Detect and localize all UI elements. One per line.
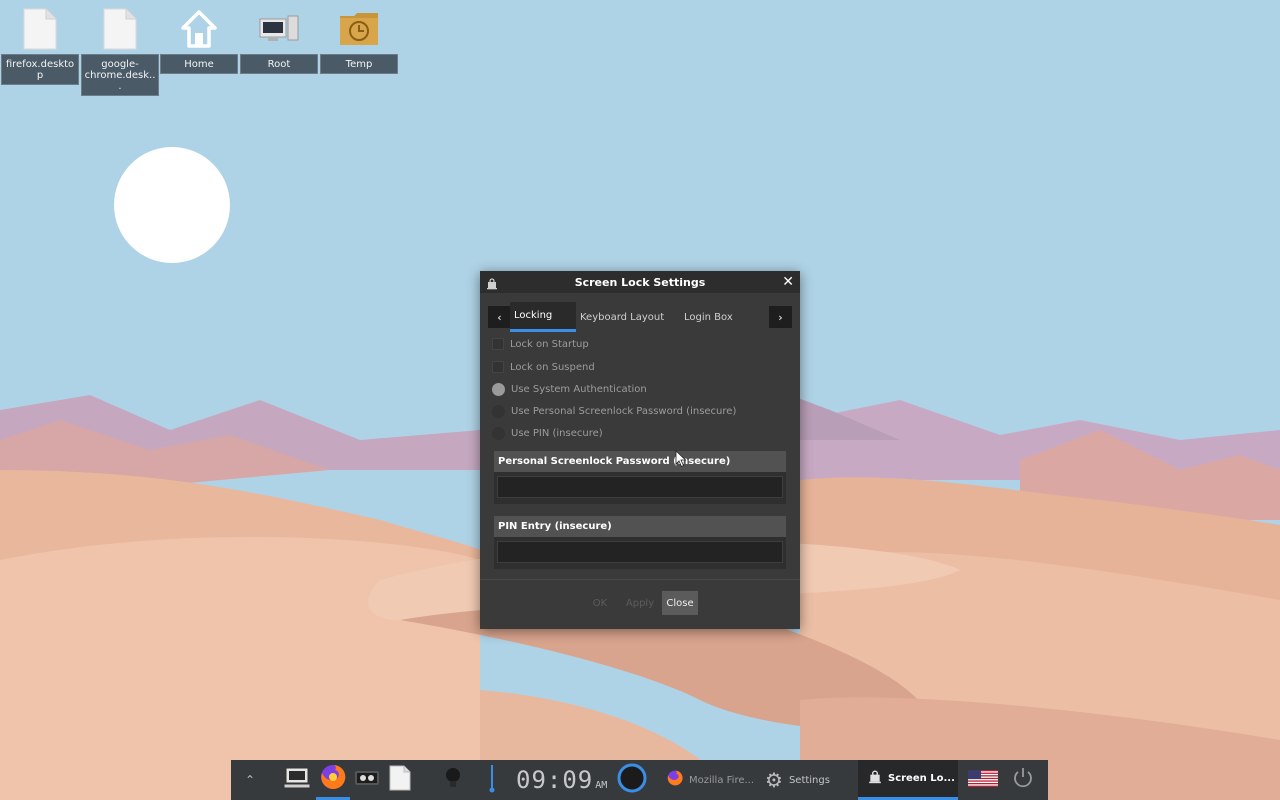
use-pin-radio[interactable]: Use PIN (insecure) [492,427,603,440]
computer-icon [240,4,318,54]
desktop-icon-label: Home [160,54,238,74]
divider [480,579,800,580]
radio-button[interactable] [492,405,505,418]
us-flag-icon [968,769,998,791]
taskbar: ⌃ 09:09 AM Mozilla Fire... ⚙ Settings Sc… [231,760,1048,800]
ok-button[interactable]: OK [586,591,614,615]
task-screen-lock[interactable]: Screen Lo... [858,760,958,800]
file-icon [389,765,411,795]
task-mozilla-firefox[interactable]: Mozilla Fire... [667,760,759,800]
option-label: Lock on Startup [510,338,589,350]
show-tray-button[interactable]: ⌃ [245,760,265,800]
use-personal-password-radio[interactable]: Use Personal Screenlock Password (insecu… [492,405,736,418]
mouse-cursor-icon [675,450,687,468]
desktop-icon-google-chrome[interactable]: google-chrome.desk... [81,4,159,96]
task-settings[interactable]: ⚙ Settings [765,760,855,800]
clock-ampm: AM [595,780,608,791]
circle-icon [617,763,647,797]
task-label: Settings [788,774,830,786]
activities-button[interactable] [617,760,647,800]
tab-keyboard-layout[interactable]: Keyboard Layout [576,302,676,332]
power-icon [1011,766,1035,794]
desktop-icon-label: Temp [320,54,398,74]
tab-bar: ‹ Locking Keyboard Layout Login Box › [488,302,792,332]
power-button[interactable] [1011,760,1035,800]
radio-button[interactable] [492,383,505,396]
launcher-computer[interactable] [283,760,311,800]
tab-locking[interactable]: Locking [510,302,576,332]
bulb-indicator[interactable] [444,760,462,800]
bulb-icon [444,767,462,793]
pin-entry-group: PIN Entry (insecure) [494,516,786,569]
clock-time: 09:09 [516,766,594,794]
desktop-icon-label: Root [240,54,318,74]
desktop-icon-root[interactable]: Root [240,4,318,74]
screen-lock-settings-dialog: Screen Lock Settings ✕ ‹ Locking Keyboar… [480,271,800,629]
personal-password-field[interactable] [497,476,783,498]
file-icon [81,4,159,54]
tab-label: Locking [514,310,553,321]
radio-button[interactable] [492,427,505,440]
apply-button[interactable]: Apply [622,591,658,615]
chevron-left-icon: ‹ [497,310,502,324]
option-label: Lock on Suspend [510,361,595,373]
launcher-terminal[interactable] [353,760,381,800]
volume-indicator[interactable] [489,760,495,800]
terminal-icon [353,767,381,793]
file-icon [1,4,79,54]
launcher-firefox[interactable] [316,760,350,800]
option-label: Use System Authentication [511,384,647,395]
clock[interactable]: 09:09 AM [516,766,607,794]
tab-label: Keyboard Layout [580,311,665,323]
desktop-icon-temp[interactable]: Temp [320,4,398,74]
computer-icon [283,766,311,794]
chevron-right-icon: › [778,310,783,324]
chevron-up-icon: ⌃ [245,773,256,787]
tab-login-box[interactable]: Login Box [680,302,756,332]
keyboard-layout-indicator[interactable] [968,760,998,800]
task-label: Mozilla Fire... [689,774,755,786]
desktop-icon-label: firefox.desktop [1,54,79,85]
volume-icon [489,763,495,797]
tab-scroll-left-button[interactable]: ‹ [488,306,511,328]
lock-on-suspend-checkbox[interactable]: Lock on Suspend [492,361,595,373]
group-title: PIN Entry (insecure) [494,516,786,537]
pin-entry-field[interactable] [497,541,783,563]
clock-folder-icon [320,4,398,54]
dialog-title: Screen Lock Settings [574,275,706,289]
lock-icon [868,769,882,788]
close-icon[interactable]: ✕ [782,274,794,290]
option-label: Use Personal Screenlock Password (insecu… [511,406,737,417]
tab-label: Login Box [684,311,733,323]
checkbox[interactable] [492,338,504,350]
desktop-icon-label: google-chrome.desk... [81,54,159,96]
firefox-icon [320,764,346,794]
dialog-titlebar[interactable]: Screen Lock Settings ✕ [480,271,800,293]
home-icon [160,4,238,54]
gear-icon: ⚙ [765,768,783,792]
firefox-icon [667,770,683,790]
lock-on-startup-checkbox[interactable]: Lock on Startup [492,338,589,350]
lock-icon [486,275,498,294]
desktop-icon-home[interactable]: Home [160,4,238,74]
desktop-icon-firefox[interactable]: firefox.desktop [1,4,79,85]
personal-password-group: Personal Screenlock Password (insecure) [494,451,786,504]
launcher-text-editor[interactable] [389,760,411,800]
close-button[interactable]: Close [662,591,698,615]
tab-scroll-right-button[interactable]: › [769,306,792,328]
task-label: Screen Lo... [888,773,955,784]
use-system-authentication-radio[interactable]: Use System Authentication [492,383,647,396]
option-label: Use PIN (insecure) [511,428,603,439]
group-title: Personal Screenlock Password (insecure) [494,451,786,472]
checkbox[interactable] [492,361,504,373]
